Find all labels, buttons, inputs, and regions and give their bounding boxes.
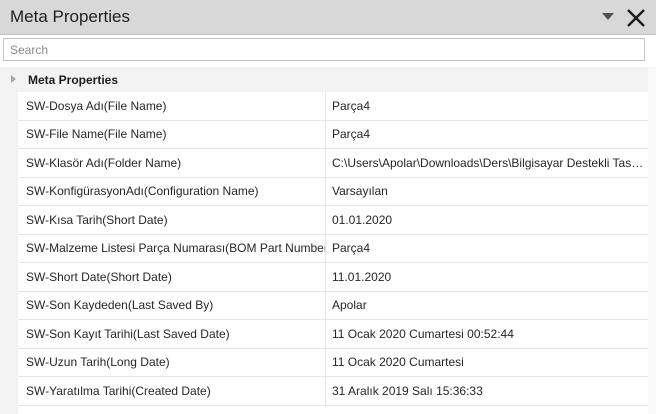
property-row[interactable]: SW-Malzeme Listesi Parça Numarası(BOM Pa… — [18, 234, 656, 263]
property-row[interactable]: SW-Uzun Tarih(Long Date) 11 Ocak 2020 Cum… — [18, 348, 656, 377]
close-icon[interactable] — [625, 7, 647, 29]
property-value-text: Apolar — [332, 298, 367, 313]
property-value-text: 01.01.2020 — [332, 212, 393, 227]
property-value[interactable]: 31 Aralık 2019 Salı 15:36:33 — [326, 377, 656, 405]
property-value[interactable]: 11 Ocak 2020 Cumartesi 00:52:44 — [326, 320, 656, 348]
property-row[interactable]: SW-Son Kaydeden(Last Saved By) Apolar — [18, 291, 656, 320]
property-name: SW-Short Date(Short Date) — [18, 263, 326, 291]
property-value-text: 31 Aralık 2019 Salı 15:36:33 — [332, 383, 483, 398]
property-row[interactable]: SW-Dosya Adı(File Name) Parça4 — [18, 92, 656, 121]
scroll-gutter — [648, 67, 656, 414]
property-rows: SW-Dosya Adı(File Name) Parça4 SW-File Nam… — [18, 92, 656, 406]
property-value-text: 11 Ocak 2020 Cumartesi — [332, 355, 464, 370]
property-value[interactable]: Parça4 — [326, 235, 656, 263]
property-name: SW-Malzeme Listesi Parça Numarası(BOM Pa… — [18, 234, 326, 262]
property-name: SW-File Name(File Name) — [18, 120, 326, 148]
property-value[interactable]: Apolar — [326, 292, 656, 320]
property-grid: Meta Properties SW-Dosya Adı(File Name) P… — [0, 67, 656, 414]
property-value-text: C:\Users\Apolar\Downloads\Ders\Bilgisaya… — [332, 155, 648, 170]
category-label: Meta Properties — [28, 73, 119, 87]
property-value-text: Parça4 — [332, 241, 371, 256]
property-row[interactable]: SW-Kısa Tarih(Short Date) 01.01.2020 — [18, 206, 656, 235]
property-value-text: Varsayılan — [332, 184, 388, 199]
triangle-expander-icon[interactable] — [11, 75, 16, 83]
row-gutter — [0, 92, 18, 414]
category-row[interactable]: Meta Properties — [0, 67, 656, 92]
property-name: SW-Son Kaydeden(Last Saved By) — [18, 291, 326, 319]
chevron-down-icon[interactable] — [602, 13, 614, 20]
property-value[interactable]: 11.01.2020 — [326, 263, 656, 291]
property-name: SW-Dosya Adı(File Name) — [18, 92, 326, 120]
property-row[interactable]: SW-Son Kayıt Tarihi(Last Saved Date) 11 O… — [18, 320, 656, 349]
property-name: SW-KonfigürasyonAdı(Configuration Name) — [18, 177, 326, 205]
property-value-text: Parça4 — [332, 98, 371, 113]
property-value[interactable]: C:\Users\Apolar\Downloads\Ders\Bilgisaya… — [326, 149, 656, 177]
property-name: SW-Kısa Tarih(Short Date) — [18, 206, 326, 234]
panel-title: Meta Properties — [10, 7, 130, 26]
property-name: SW-Yaratılma Tarihi(Created Date) — [18, 377, 326, 405]
property-row[interactable]: SW-Klasör Adı(Folder Name) C:\Users\Apola… — [18, 149, 656, 178]
property-value[interactable]: Parça4 — [326, 121, 656, 149]
property-row[interactable]: SW-Short Date(Short Date) 11.01.2020 — [18, 263, 656, 292]
property-value-text: 11.01.2020 — [332, 269, 392, 284]
property-value[interactable]: Parça4 — [326, 92, 656, 120]
property-value[interactable]: 01.01.2020 — [326, 206, 656, 234]
property-name: SW-Son Kayıt Tarihi(Last Saved Date) — [18, 320, 326, 348]
property-row[interactable]: SW-File Name(File Name) Parça4 — [18, 120, 656, 149]
property-value-text: 11 Ocak 2020 Cumartesi 00:52:44 — [332, 326, 514, 341]
property-value[interactable]: 11 Ocak 2020 Cumartesi — [326, 349, 656, 377]
property-name: SW-Uzun Tarih(Long Date) — [18, 348, 326, 376]
property-value-text: Parça4 — [332, 127, 371, 142]
search-input[interactable] — [3, 38, 645, 61]
property-name: SW-Klasör Adı(Folder Name) — [18, 149, 326, 177]
property-row[interactable]: SW-Yaratılma Tarihi(Created Date) 31 Aral… — [18, 377, 656, 406]
property-row[interactable]: SW-KonfigürasyonAdı(Configuration Name) V… — [18, 177, 656, 206]
panel-titlebar: Meta Properties — [0, 0, 656, 35]
property-value[interactable]: Varsayılan — [326, 178, 656, 206]
